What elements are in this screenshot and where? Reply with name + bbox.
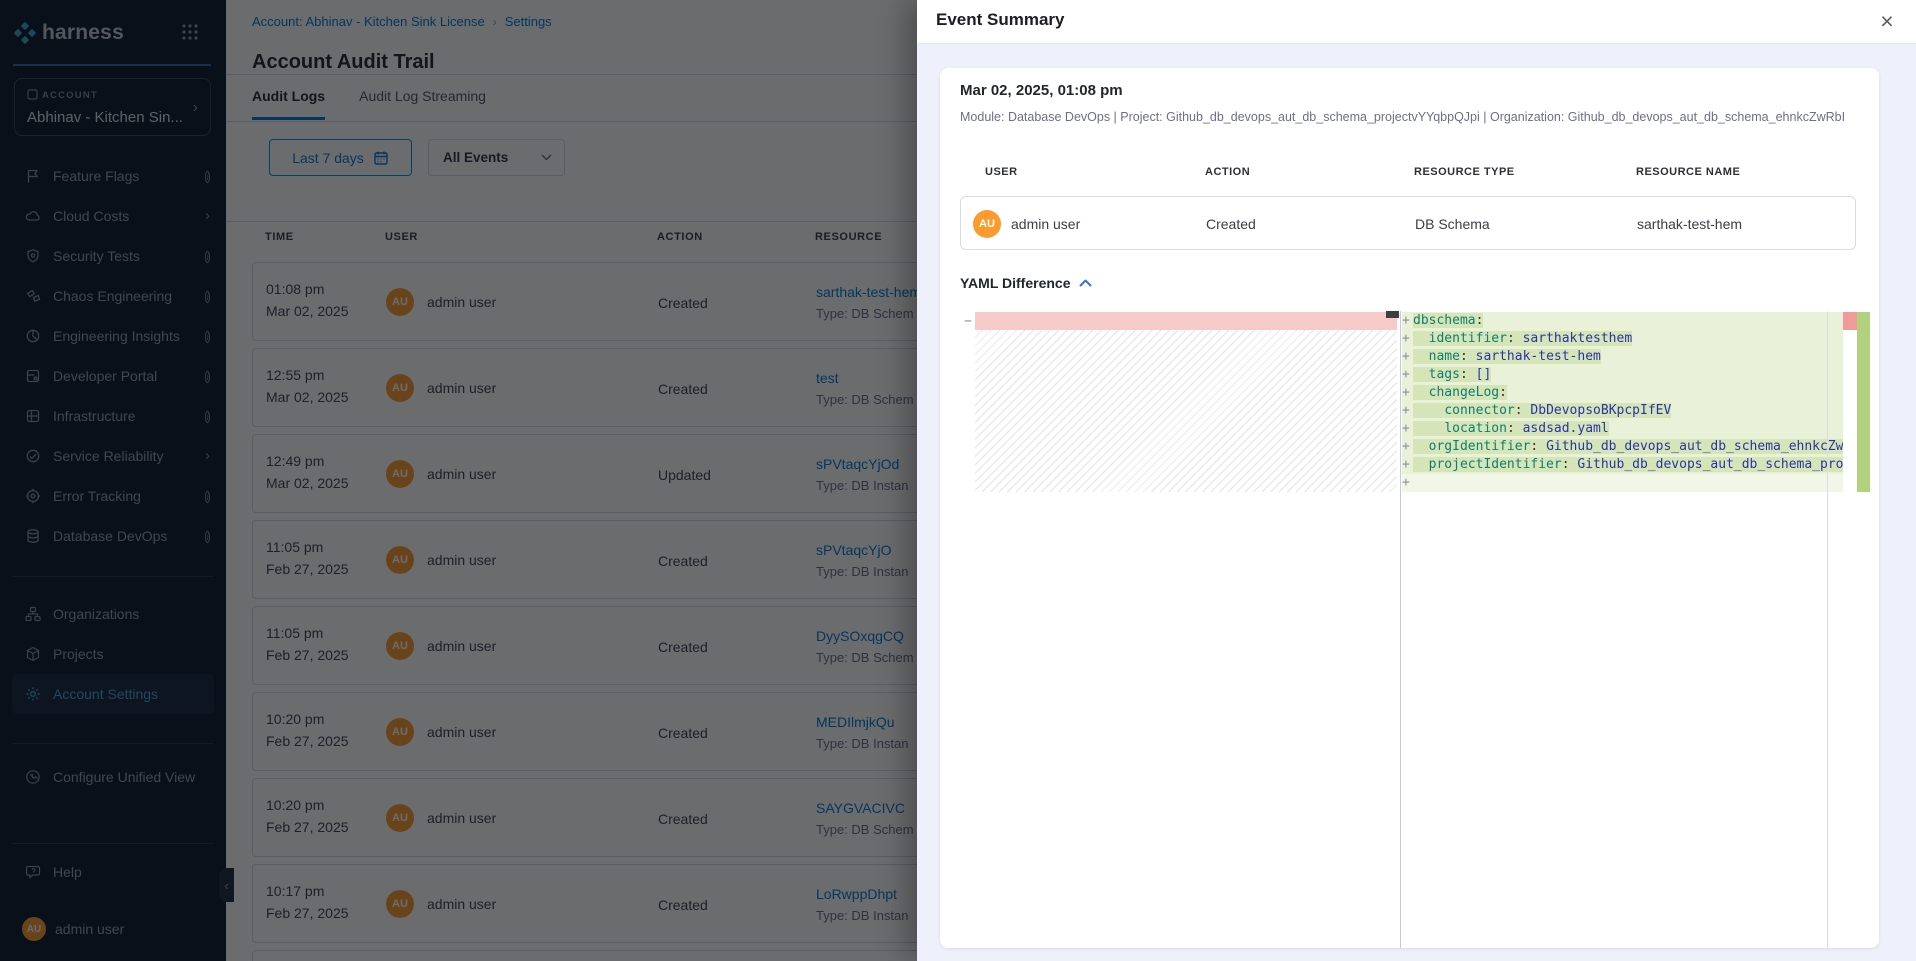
diff-added-line: +dbschema: xyxy=(1402,312,1843,330)
minimap-added-marker[interactable] xyxy=(1857,312,1870,492)
diff-added-line-empty: + xyxy=(1402,474,1843,492)
event-context: Module: Database DevOps | Project: Githu… xyxy=(960,110,1860,124)
event-summary-card: Mar 02, 2025, 01:08 pm Module: Database … xyxy=(940,68,1879,948)
modal-scrim[interactable] xyxy=(0,0,917,961)
added-line-gutter: + xyxy=(1402,456,1413,474)
event-resource-type: DB Schema xyxy=(1415,216,1490,232)
close-icon[interactable]: × xyxy=(1872,6,1902,36)
minimap-removed-marker[interactable] xyxy=(1843,312,1857,330)
added-line-gutter: + xyxy=(1402,330,1413,348)
diff-content-boundary xyxy=(1827,311,1828,948)
drawer-header: Event Summary × xyxy=(917,0,1916,44)
event-col-action: ACTION xyxy=(1205,166,1250,178)
event-col-resource-name: RESOURCE NAME xyxy=(1636,166,1740,178)
event-row: AU admin user Created DB Schema sarthak-… xyxy=(960,196,1856,250)
diff-empty-hatch-region xyxy=(975,330,1397,492)
event-timestamp: Mar 02, 2025, 01:08 pm xyxy=(960,82,1123,99)
diff-added-line: + name: sarthak-test-hem xyxy=(1402,348,1843,366)
removed-line-gutter: − xyxy=(962,313,974,331)
yaml-difference-label: YAML Difference xyxy=(960,275,1070,291)
added-line-gutter: + xyxy=(1402,348,1413,366)
added-line-gutter: + xyxy=(1402,312,1413,330)
event-col-user: USER xyxy=(985,166,1018,178)
app-root: harness ACCOUNT Abhinav - Kitchen Sin...… xyxy=(0,0,1916,961)
removed-line-highlight xyxy=(975,312,1397,330)
added-line-gutter: + xyxy=(1402,438,1413,456)
diff-split-divider[interactable] xyxy=(1400,311,1401,948)
diff-added-line: + changeLog: xyxy=(1402,384,1843,402)
chevron-up-icon xyxy=(1079,279,1092,287)
diff-scrollbar-thumb[interactable] xyxy=(1386,311,1399,318)
yaml-diff-viewer: − +dbschema:+ identifier: sarthaktesthem… xyxy=(962,311,1870,948)
event-resource-name: sarthak-test-hem xyxy=(1637,216,1742,232)
added-line-gutter: + xyxy=(1402,384,1413,402)
yaml-difference-toggle[interactable]: YAML Difference xyxy=(960,275,1092,291)
diff-added-line: + tags: [] xyxy=(1402,366,1843,384)
event-user: admin user xyxy=(1011,216,1080,232)
diff-added-pane: +dbschema:+ identifier: sarthaktesthem+ … xyxy=(1402,311,1843,948)
added-line-gutter: + xyxy=(1402,402,1413,420)
event-col-resource-type: RESOURCE TYPE xyxy=(1414,166,1515,178)
diff-added-line: + identifier: sarthaktesthem xyxy=(1402,330,1843,348)
event-summary-drawer: Event Summary × Mar 02, 2025, 01:08 pm M… xyxy=(917,0,1916,961)
diff-added-line: + location: asdsad.yaml xyxy=(1402,420,1843,438)
drawer-title: Event Summary xyxy=(936,10,1065,30)
added-line-gutter: + xyxy=(1402,474,1413,492)
event-action: Created xyxy=(1206,216,1256,232)
diff-added-line: + connector: DbDevopsoBKpcpIfEV xyxy=(1402,402,1843,420)
diff-added-line: + projectIdentifier: Github_db_devops_au… xyxy=(1402,456,1843,474)
added-line-gutter: + xyxy=(1402,420,1413,438)
added-line-gutter: + xyxy=(1402,366,1413,384)
diff-added-line: + orgIdentifier: Github_db_devops_aut_db… xyxy=(1402,438,1843,456)
avatar: AU xyxy=(973,210,1001,238)
added-lines: +dbschema:+ identifier: sarthaktesthem+ … xyxy=(1402,312,1843,492)
